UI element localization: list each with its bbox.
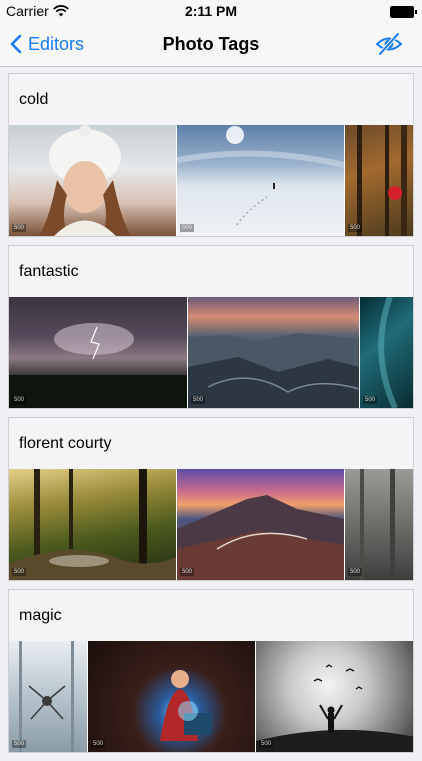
photo-credit: 500 [363, 396, 378, 404]
photo-credit: 500 [91, 740, 106, 748]
tag-title: fantastic [9, 246, 413, 298]
tag-list: cold 500 500 500 fantastic 500 500 500 f… [8, 73, 414, 761]
eye-slash-icon[interactable] [374, 31, 404, 57]
photo-strip: 500 500 500 [9, 125, 413, 236]
tag-card[interactable]: fantastic 500 500 500 [8, 245, 414, 409]
photo-art [9, 323, 187, 408]
chevron-left-icon [10, 34, 22, 54]
navigation-bar: Editors Photo Tags [0, 22, 422, 67]
photo-thumbnail[interactable]: 500 [9, 125, 176, 236]
photo-thumbnail[interactable]: 500 [345, 125, 413, 236]
photo-art [177, 495, 344, 580]
photo-art [19, 641, 74, 752]
photo-thumbnail[interactable]: 500 [9, 297, 187, 408]
back-button[interactable]: Editors [10, 22, 84, 66]
photo-credit: 500 [191, 396, 206, 404]
photo-art [39, 125, 131, 236]
photo-credit: 500 [259, 740, 274, 748]
tag-card[interactable]: cold 500 500 500 [8, 73, 414, 237]
photo-strip: 500 500 500 [9, 469, 413, 580]
photo-thumbnail[interactable]: 500 [9, 469, 176, 580]
tag-title: magic [9, 590, 413, 642]
photo-credit: 500 [348, 224, 363, 232]
photo-credit: 500 [180, 568, 195, 576]
photo-credit: 500 [180, 224, 195, 232]
photo-art [357, 125, 407, 236]
status-time: 2:11 PM [184, 3, 238, 19]
photo-strip: 500 500 500 [9, 641, 413, 752]
photo-strip: 500 500 500 [9, 297, 413, 408]
tag-card[interactable]: florent courty 500 500 500 [8, 417, 414, 581]
photo-art [188, 333, 359, 408]
photo-art [160, 670, 212, 741]
photo-art [378, 297, 398, 408]
photo-thumbnail[interactable]: 500 [177, 125, 344, 236]
photo-thumbnail[interactable]: 500 [9, 641, 87, 752]
photo-thumbnail[interactable]: 500 [345, 469, 413, 580]
photo-art [256, 664, 413, 752]
photo-thumbnail[interactable]: 500 [360, 297, 413, 408]
photo-credit: 500 [12, 396, 27, 404]
photo-credit: 500 [12, 224, 27, 232]
photo-art [177, 126, 344, 226]
tag-title: cold [9, 74, 413, 126]
photo-thumbnail[interactable]: 500 [188, 297, 359, 408]
tag-card[interactable]: magic 500 500 500 [8, 589, 414, 753]
status-bar: Carrier 2:11 PM [0, 0, 422, 22]
back-button-label: Editors [28, 33, 85, 54]
photo-credit: 500 [12, 740, 27, 748]
photo-thumbnail[interactable]: 500 [88, 641, 255, 752]
battery-icon [390, 6, 417, 18]
photo-credit: 500 [12, 568, 27, 576]
photo-art [360, 469, 395, 580]
photo-thumbnail[interactable]: 500 [177, 469, 344, 580]
photo-art [9, 469, 176, 580]
tag-title: florent courty [9, 418, 413, 470]
photo-thumbnail[interactable]: 500 [256, 641, 413, 752]
photo-credit: 500 [348, 568, 363, 576]
